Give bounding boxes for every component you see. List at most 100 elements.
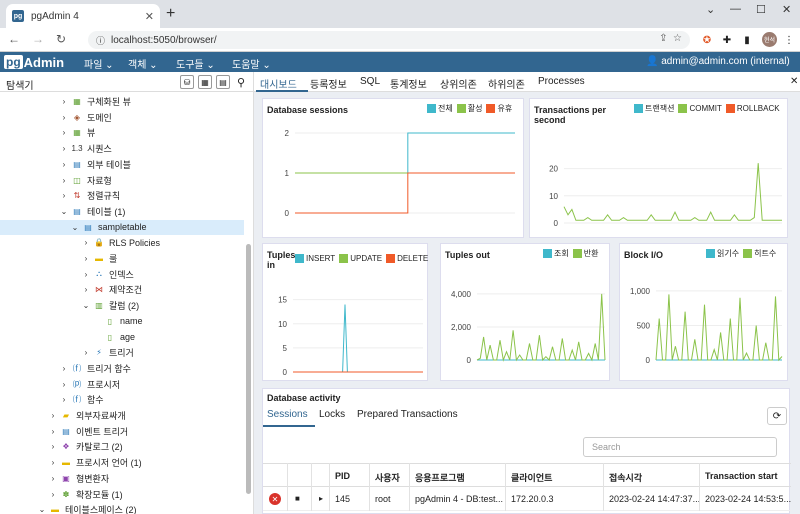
chevron-right-icon[interactable]: › <box>59 144 69 153</box>
tab-dependents[interactable]: 하위의존 <box>488 76 525 91</box>
chevron-down-icon[interactable]: ⌄ <box>70 223 80 232</box>
forward-arrow-icon[interactable]: → <box>32 32 44 46</box>
sidebar-icon[interactable]: ▮ <box>740 33 754 47</box>
tree-item[interactable]: ⌄ ▤ sampletable <box>0 219 244 235</box>
tree-item[interactable]: › ⛬ 인덱스 <box>81 267 134 282</box>
chevron-right-icon[interactable]: › <box>81 238 91 247</box>
new-tab-button[interactable]: + <box>166 5 175 23</box>
tree-item[interactable]: › ◈ 도메인 <box>59 110 112 125</box>
url-bar[interactable]: ⓘ localhost:5050/browser/ ⇪ ☆ <box>88 31 690 49</box>
filter-rows-icon[interactable]: ▤ <box>216 75 230 89</box>
chevron-right-icon[interactable]: › <box>81 254 91 263</box>
tree-item[interactable]: › ▦ 구체화된 뷰 <box>59 94 131 109</box>
tree-item[interactable]: › ▤ 이벤트 트리거 <box>48 424 129 439</box>
col-transaction-start[interactable]: Transaction start <box>705 471 778 481</box>
col-backend-start[interactable]: 접속시각 <box>609 471 642 484</box>
chevron-right-icon[interactable]: › <box>48 490 58 499</box>
extension-icon[interactable]: ✪ <box>700 33 714 47</box>
chevron-right-icon[interactable]: › <box>59 113 69 122</box>
col-client[interactable]: 클라이언트 <box>511 471 552 484</box>
tree-item[interactable]: › ❖ 카탈로그 (2) <box>48 439 123 454</box>
col-user[interactable]: 사용자 <box>375 471 400 484</box>
tree-item[interactable]: › 1.3 시퀀스 <box>59 141 112 156</box>
tab-dashboard[interactable]: 대시보드 <box>260 76 297 91</box>
search-input[interactable]: Search <box>583 437 777 457</box>
chevron-right-icon[interactable]: › <box>48 411 58 420</box>
tree-item[interactable]: › ◫ 자료형 <box>59 173 112 188</box>
close-tab-icon[interactable]: ✕ <box>145 10 154 23</box>
tree-item[interactable]: › ▰ 외부자료싸개 <box>48 408 126 423</box>
chevron-right-icon[interactable]: › <box>59 128 69 137</box>
kebab-menu-icon[interactable]: ⋮ <box>782 33 796 47</box>
chevron-down-icon[interactable]: ⌄ <box>59 207 69 216</box>
dropdown-chevron-icon[interactable]: ⌄ <box>706 3 715 16</box>
tree-item[interactable]: › ⚡ 트리거 <box>81 345 134 360</box>
view-data-icon[interactable]: ▦ <box>198 75 212 89</box>
tab-locks[interactable]: Locks <box>319 409 345 420</box>
col-pid[interactable]: PID <box>335 471 350 481</box>
menu-file[interactable]: 파일 ⌄ <box>84 56 114 71</box>
chevron-right-icon[interactable]: › <box>48 427 58 436</box>
chevron-right-icon[interactable]: › <box>59 176 69 185</box>
tab-sql[interactable]: SQL <box>360 76 380 87</box>
back-arrow-icon[interactable]: ← <box>8 32 20 46</box>
chevron-down-icon[interactable]: ⌄ <box>81 301 91 310</box>
tab-properties[interactable]: 등록정보 <box>310 76 347 91</box>
menu-tools[interactable]: 도구들 ⌄ <box>176 56 215 71</box>
chevron-right-icon[interactable]: › <box>81 348 91 357</box>
tree-item[interactable]: › ⇅ 정렬규칙 <box>59 188 120 203</box>
tree-item[interactable]: › ▬ 프로시저 언어 (1) <box>48 455 142 470</box>
tree-item[interactable]: › ▦ 뷰 <box>59 125 96 140</box>
chevron-right-icon[interactable]: › <box>59 380 69 389</box>
chevron-down-icon[interactable]: ⌄ <box>37 505 47 514</box>
chevron-right-icon[interactable]: › <box>59 160 69 169</box>
maximize-button[interactable]: ☐ <box>756 3 766 16</box>
col-application[interactable]: 응용프로그램 <box>415 471 465 484</box>
expand-row-icon[interactable]: ▸ <box>319 494 323 503</box>
chevron-right-icon[interactable]: › <box>48 474 58 483</box>
browser-tab[interactable]: pg pgAdmin 4 ✕ <box>6 4 160 28</box>
refresh-button[interactable]: ⟳ <box>767 407 787 425</box>
tree-item[interactable]: ⌄ ▥ 칼럼 (2) <box>81 298 139 313</box>
chevron-right-icon[interactable]: › <box>48 458 58 467</box>
tree-item[interactable]: › ✽ 확장모듈 (1) <box>48 487 123 502</box>
terminate-icon[interactable]: ■ <box>295 494 300 503</box>
info-icon[interactable]: ⓘ <box>96 34 105 47</box>
search-icon[interactable]: ⚲ <box>234 75 248 89</box>
tree-item[interactable]: ⌄ ▤ 테이블 (1) <box>59 204 126 219</box>
tree-item[interactable]: › ⋈ 제약조건 <box>81 282 142 297</box>
chevron-right-icon[interactable]: › <box>59 395 69 404</box>
tab-dependencies[interactable]: 상위의존 <box>440 76 477 91</box>
chevron-right-icon[interactable]: › <box>81 270 91 279</box>
tree-item[interactable]: › ⒡ 트리거 함수 <box>59 361 131 376</box>
close-panel-icon[interactable]: ✕ <box>790 76 798 87</box>
tab-prepared-transactions[interactable]: Prepared Transactions <box>357 409 458 420</box>
close-window-button[interactable]: ✕ <box>782 3 791 16</box>
tab-statistics[interactable]: 통계정보 <box>390 76 427 91</box>
tree-item[interactable]: ▯ age <box>92 330 135 345</box>
tree-item[interactable]: › ▤ 외부 테이블 <box>59 157 131 172</box>
share-star-icons[interactable]: ⇪ ☆ <box>659 33 682 44</box>
tree-item[interactable]: › ⒫ 프로시저 <box>59 377 120 392</box>
minimize-button[interactable]: — <box>730 3 741 15</box>
tab-processes[interactable]: Processes <box>538 76 585 87</box>
chevron-right-icon[interactable]: › <box>59 97 69 106</box>
reload-icon[interactable]: ↻ <box>56 32 66 46</box>
tree-item[interactable]: ▯ name <box>92 314 143 329</box>
profile-avatar[interactable]: 현석 <box>762 32 777 47</box>
tree-item[interactable]: › ▬ 룰 <box>81 251 118 266</box>
chevron-right-icon[interactable]: › <box>59 364 69 373</box>
tree-item[interactable]: › 🔒 RLS Policies <box>81 235 160 250</box>
tree-item[interactable]: › ▣ 형변환자 <box>48 471 109 486</box>
tree-item[interactable]: › ⒡ 함수 <box>59 392 104 407</box>
puzzle-icon[interactable]: ✚ <box>720 33 734 47</box>
menu-help[interactable]: 도움말 ⌄ <box>232 56 271 71</box>
chevron-right-icon[interactable]: › <box>48 442 58 451</box>
tab-sessions[interactable]: Sessions <box>267 409 308 420</box>
chevron-right-icon[interactable]: › <box>81 285 91 294</box>
menu-object[interactable]: 객체 ⌄ <box>128 56 158 71</box>
chevron-right-icon[interactable]: › <box>59 191 69 200</box>
query-tool-icon[interactable]: ⛁ <box>180 75 194 89</box>
table-row[interactable]: ✕ ■ ▸ 145 root pgAdmin 4 - DB:test... 17… <box>263 487 791 511</box>
tree-item[interactable]: ⌄ ▬ 테이블스페이스 (2) <box>37 502 137 514</box>
